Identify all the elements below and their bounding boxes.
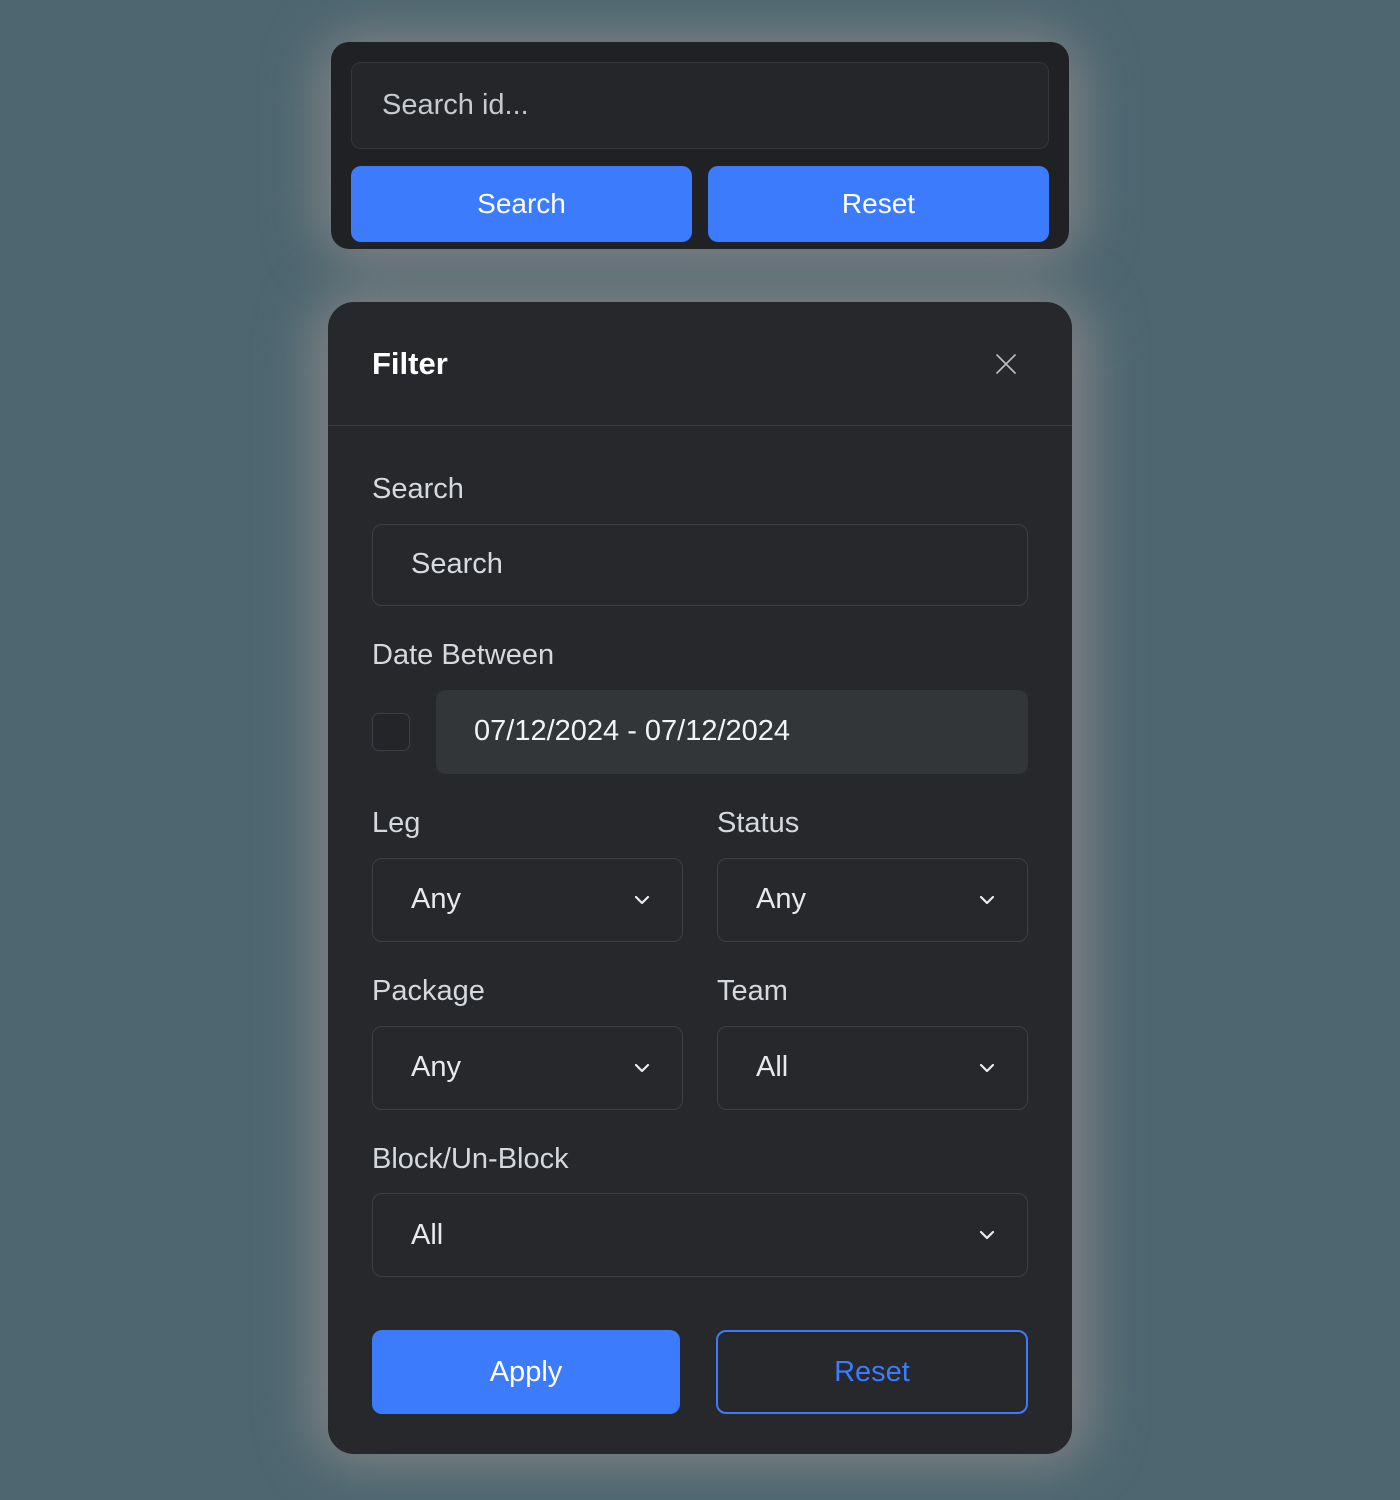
package-select-wrap: Any <box>372 1025 683 1110</box>
team-field: Team All <box>717 974 1028 1110</box>
search-panel: Search Reset <box>331 42 1069 249</box>
package-label: Package <box>372 974 485 1007</box>
filter-panel: Filter Search Date Between Leg <box>328 302 1072 1454</box>
block-unblock-select-wrap: All <box>372 1193 1028 1278</box>
reset-button[interactable]: Reset <box>708 166 1049 242</box>
filter-search-section: Search <box>372 473 1028 606</box>
search-input[interactable] <box>372 523 1028 606</box>
package-select[interactable]: Any <box>372 1025 683 1110</box>
status-field: Status Any <box>717 806 1028 942</box>
package-team-row: Package Any Team All <box>372 974 1028 1110</box>
search-button[interactable]: Search <box>351 166 692 242</box>
leg-field: Leg Any <box>372 806 683 942</box>
close-icon[interactable] <box>984 342 1028 386</box>
team-select-wrap: All <box>717 1025 1028 1110</box>
date-between-checkbox[interactable] <box>372 712 410 751</box>
package-field: Package Any <box>372 974 683 1110</box>
date-between-row <box>372 689 1028 774</box>
block-unblock-label: Block/Un-Block <box>372 1142 569 1175</box>
team-select[interactable]: All <box>717 1025 1028 1110</box>
team-label: Team <box>717 974 788 1007</box>
filter-footer: Apply Reset <box>328 1330 1072 1454</box>
date-range-input[interactable] <box>436 689 1028 774</box>
apply-button[interactable]: Apply <box>372 1330 680 1414</box>
block-unblock-select[interactable]: All <box>372 1193 1028 1278</box>
search-panel-actions: Search Reset <box>351 166 1049 242</box>
filter-reset-button[interactable]: Reset <box>716 1330 1028 1414</box>
date-between-section: Date Between <box>372 638 1028 774</box>
status-label: Status <box>717 806 800 839</box>
leg-select-wrap: Any <box>372 857 683 942</box>
filter-header: Filter <box>328 302 1072 426</box>
search-id-input[interactable] <box>351 62 1049 149</box>
filter-title: Filter <box>372 345 448 381</box>
filter-body: Search Date Between Leg Any <box>328 426 1072 1330</box>
search-label: Search <box>372 473 464 505</box>
block-unblock-section: Block/Un-Block All <box>372 1142 1028 1278</box>
date-between-label: Date Between <box>372 638 555 671</box>
status-select-wrap: Any <box>717 857 1028 942</box>
leg-status-row: Leg Any Status Any <box>372 806 1028 942</box>
leg-select[interactable]: Any <box>372 857 683 942</box>
status-select[interactable]: Any <box>717 857 1028 942</box>
leg-label: Leg <box>372 806 421 839</box>
